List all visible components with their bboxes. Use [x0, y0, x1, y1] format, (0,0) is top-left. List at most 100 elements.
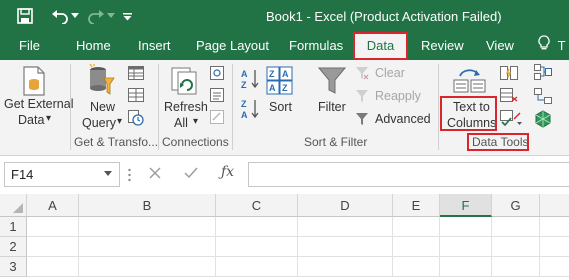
- svg-text:Z: Z: [282, 83, 288, 93]
- cell[interactable]: [216, 237, 298, 257]
- cell[interactable]: [393, 217, 440, 237]
- filter-label: Filter: [318, 100, 346, 114]
- column-header-e[interactable]: E: [393, 194, 440, 217]
- customize-qat-icon[interactable]: [121, 0, 133, 32]
- tab-data[interactable]: Data: [353, 32, 408, 60]
- clear-filter-icon: [355, 66, 369, 85]
- cell[interactable]: [540, 257, 569, 277]
- undo-dropdown-icon[interactable]: [70, 0, 80, 32]
- column-header-d[interactable]: D: [298, 194, 393, 217]
- properties-icon[interactable]: [210, 88, 224, 107]
- new-query-icon: [86, 63, 116, 103]
- from-table-icon[interactable]: [128, 88, 144, 107]
- separator: [70, 64, 71, 150]
- refresh-all-label-1: Refresh: [164, 100, 208, 114]
- get-external-data-arrow: ▾: [46, 113, 52, 124]
- ribbon-tabs: File Home Insert Page Layout Formulas Da…: [0, 32, 569, 60]
- cell[interactable]: [27, 257, 79, 277]
- tab-tell-me[interactable]: T: [538, 32, 566, 60]
- svg-text:Z: Z: [269, 69, 275, 79]
- ribbon-data: Get External Data ▾ New Query ▾ Get & Tr…: [0, 60, 569, 156]
- tab-home[interactable]: Home: [76, 32, 111, 60]
- tab-file[interactable]: File: [19, 32, 40, 60]
- group-label-sort-filter: Sort & Filter: [304, 135, 368, 149]
- column-header-g[interactable]: G: [492, 194, 540, 217]
- remove-duplicates-icon[interactable]: [500, 88, 518, 107]
- formula-input[interactable]: [248, 162, 569, 187]
- svg-text:A: A: [282, 69, 289, 79]
- tab-insert[interactable]: Insert: [138, 32, 171, 60]
- save-icon[interactable]: [12, 0, 38, 32]
- formula-bar-grip-icon[interactable]: [128, 168, 131, 182]
- worksheet-grid[interactable]: A B C D E F G 1 2 3: [0, 194, 569, 280]
- manage-data-model-icon[interactable]: [534, 110, 552, 133]
- connections-icon[interactable]: [210, 66, 224, 85]
- title-bar: Book1 - Excel (Product Activation Failed…: [0, 0, 569, 32]
- cell[interactable]: [393, 237, 440, 257]
- column-header-b[interactable]: B: [79, 194, 216, 217]
- refresh-all-arrow: ▾: [193, 116, 199, 127]
- tab-review[interactable]: Review: [421, 32, 464, 60]
- flash-fill-icon[interactable]: [500, 66, 518, 85]
- data-validation-icon[interactable]: [500, 110, 522, 131]
- relationships-icon[interactable]: [534, 88, 552, 109]
- cell[interactable]: [393, 257, 440, 277]
- sort-icon: ZAAZ: [266, 66, 294, 101]
- reapply-label: Reapply: [375, 89, 421, 103]
- row-header-3[interactable]: 3: [0, 257, 27, 277]
- name-box[interactable]: F14: [4, 162, 120, 187]
- cell[interactable]: [298, 237, 393, 257]
- cell[interactable]: [79, 237, 216, 257]
- new-query-label-1: New: [90, 100, 116, 114]
- cell[interactable]: [492, 257, 540, 277]
- row-header-2[interactable]: 2: [0, 237, 27, 257]
- text-to-columns-highlight: [440, 96, 497, 131]
- cell[interactable]: [298, 217, 393, 237]
- tab-view[interactable]: View: [486, 32, 514, 60]
- name-box-dropdown-icon[interactable]: [104, 171, 112, 176]
- sort-z-to-a-icon[interactable]: ZA: [240, 98, 260, 125]
- enter-icon[interactable]: [184, 166, 198, 183]
- separator: [158, 64, 159, 150]
- tell-me-label: T: [557, 38, 566, 53]
- window-title: Book1 - Excel (Product Activation Failed…: [266, 9, 502, 24]
- lightbulb-icon: [538, 33, 550, 61]
- consolidate-icon[interactable]: [534, 64, 552, 85]
- cell[interactable]: [440, 237, 492, 257]
- undo-icon[interactable]: [50, 0, 70, 32]
- cell[interactable]: [216, 257, 298, 277]
- column-header-f[interactable]: F: [440, 194, 492, 217]
- separator: [438, 64, 439, 150]
- cell[interactable]: [440, 217, 492, 237]
- cell[interactable]: [298, 257, 393, 277]
- column-header-c[interactable]: C: [216, 194, 298, 217]
- select-all-corner[interactable]: [0, 194, 27, 217]
- cell[interactable]: [27, 237, 79, 257]
- cell[interactable]: [440, 257, 492, 277]
- cell[interactable]: [216, 217, 298, 237]
- cell[interactable]: [540, 217, 569, 237]
- cell[interactable]: [492, 237, 540, 257]
- sort-a-to-z-icon[interactable]: AZ: [240, 68, 260, 95]
- cancel-icon[interactable]: [149, 166, 161, 183]
- tab-formulas[interactable]: Formulas: [289, 32, 343, 60]
- row-header-1[interactable]: 1: [0, 217, 27, 237]
- cell[interactable]: [27, 217, 79, 237]
- redo-icon: [86, 0, 106, 32]
- cell[interactable]: [540, 237, 569, 257]
- insert-function-icon[interactable]: ƒx: [221, 164, 234, 180]
- name-box-value: F14: [11, 167, 34, 182]
- column-header-h[interactable]: [540, 194, 569, 217]
- get-external-data-label-2: Data: [18, 113, 45, 127]
- svg-text:Z: Z: [241, 99, 247, 109]
- cell[interactable]: [492, 217, 540, 237]
- column-header-a[interactable]: A: [27, 194, 79, 217]
- cell[interactable]: [79, 257, 216, 277]
- show-queries-icon[interactable]: [128, 66, 144, 85]
- recent-sources-icon[interactable]: [128, 110, 144, 131]
- tab-page-layout[interactable]: Page Layout: [196, 32, 269, 60]
- edit-links-icon: [210, 110, 224, 129]
- svg-text:A: A: [269, 83, 276, 93]
- new-query-label-2: Query: [82, 116, 117, 130]
- cell[interactable]: [79, 217, 216, 237]
